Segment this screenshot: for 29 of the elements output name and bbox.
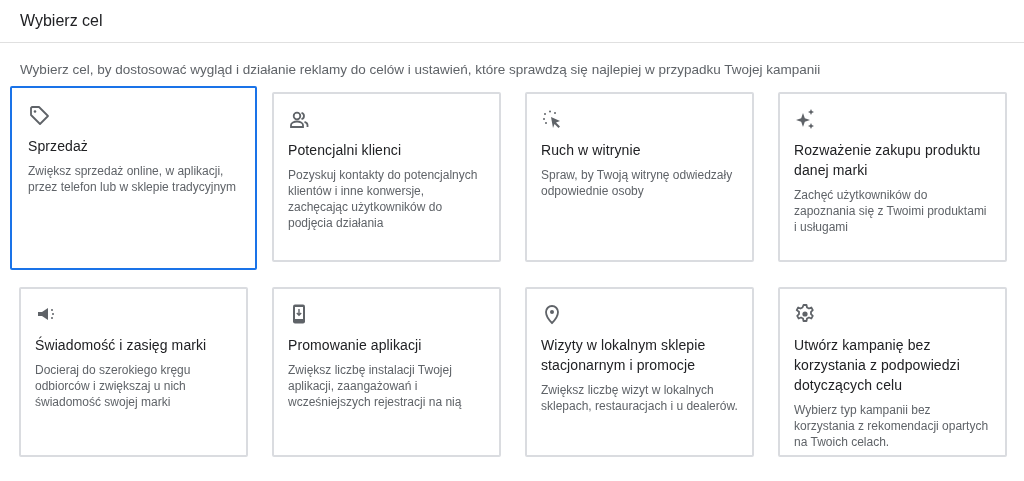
sparkle-icon xyxy=(794,108,816,131)
goal-title: Wizyty w lokalnym sklepie stacjonarnym i promocje xyxy=(541,336,707,376)
goal-description: Zachęć użytkowników do zapoznania się z Twoimi produktami i usługami xyxy=(794,187,988,236)
goal-description: Pozyskuj kontakty do potencjalnych klientów i inne konwersje, zachęcając użytkowników do podjęcia działania xyxy=(288,167,479,232)
goal-title: Rozważenie zakupu produktu danej marki xyxy=(794,141,982,181)
goal-card[interactable]: Sprzedaż Zwiększ sprzedaż online, w aplikacji, przez telefon lub w sklepie tradycyjnym xyxy=(10,86,257,271)
goal-title: Świadomość i zasięg marki xyxy=(35,335,208,356)
goal-title: Ruch w witrynie xyxy=(541,141,642,161)
cursor-icon xyxy=(541,108,563,131)
goal-card[interactable]: Promowanie aplikacji Zwiększ liczbę instalacji Twojej aplikacji, zaangażowań i wcześniejszych rejestracji na nią xyxy=(272,287,501,458)
dialog-subtitle: Wybierz cel, by dostosować wygląd i działanie reklamy do celów i ustawień, które sprawdzą się najlepiej w przypadku Twojej kampanii xyxy=(19,61,822,79)
goal-title: Potencjalni klienci xyxy=(288,141,403,161)
goal-description: Zwiększ liczbę instalacji Twojej aplikacji, zaangażowań i wcześniejszych rejestracji na nią xyxy=(288,362,463,411)
tag-icon xyxy=(28,104,50,127)
goal-description: Spraw, by Twoją witrynę odwiedzały odpowiednie osoby xyxy=(541,167,734,200)
goal-title: Utwórz kampanię bez korzystania z podpowiedzi dotyczących celu xyxy=(794,336,961,396)
dialog-title: Wybierz cel xyxy=(20,11,104,31)
goal-description: Wybierz typ kampanii bez korzystania z rekomendacji opartych na Twoich celach. xyxy=(794,402,990,451)
goal-title: Promowanie aplikacji xyxy=(288,336,423,356)
goal-card[interactable]: Potencjalni klienci Pozyskuj kontakty do potencjalnych klientów i inne konwersje, zachęcając użytkowników do podjęcia działania xyxy=(272,92,501,263)
goal-card[interactable]: Ruch w witrynie Spraw, by Twoją witrynę odwiedzały odpowiednie osoby xyxy=(525,92,754,263)
goal-description: Zwiększ liczbę wizyt w lokalnych sklepach, restauracjach i u dealerów. xyxy=(541,382,738,415)
goal-description: Docieraj do szerokiego kręgu odbiorców i zwiększaj u nich świadomość swojej marki xyxy=(35,362,192,411)
goal-description: Zwiększ sprzedaż online, w aplikacji, przez telefon lub w sklepie tradycyjnym xyxy=(28,163,238,196)
goal-card[interactable]: Świadomość i zasięg marki Docieraj do szerokiego kręgu odbiorców i zwiększaj u nich świadomość swojej marki xyxy=(19,287,248,458)
goal-card[interactable]: Wizyty w lokalnym sklepie stacjonarnym i promocje Zwiększ liczbę wizyt w lokalnych sklepach, restauracjach i u dealerów. xyxy=(525,287,754,458)
goal-card[interactable]: Rozważenie zakupu produktu danej marki Zachęć użytkowników do zapoznania się z Twoimi produktami i usługami xyxy=(778,92,1007,263)
goal-title: Sprzedaż xyxy=(28,137,89,157)
goal-card[interactable]: Utwórz kampanię bez korzystania z podpowiedzi dotyczących celu Wybierz typ kampanii bez korzystania z rekomendacji opartych na Twoich celach. xyxy=(778,287,1007,458)
